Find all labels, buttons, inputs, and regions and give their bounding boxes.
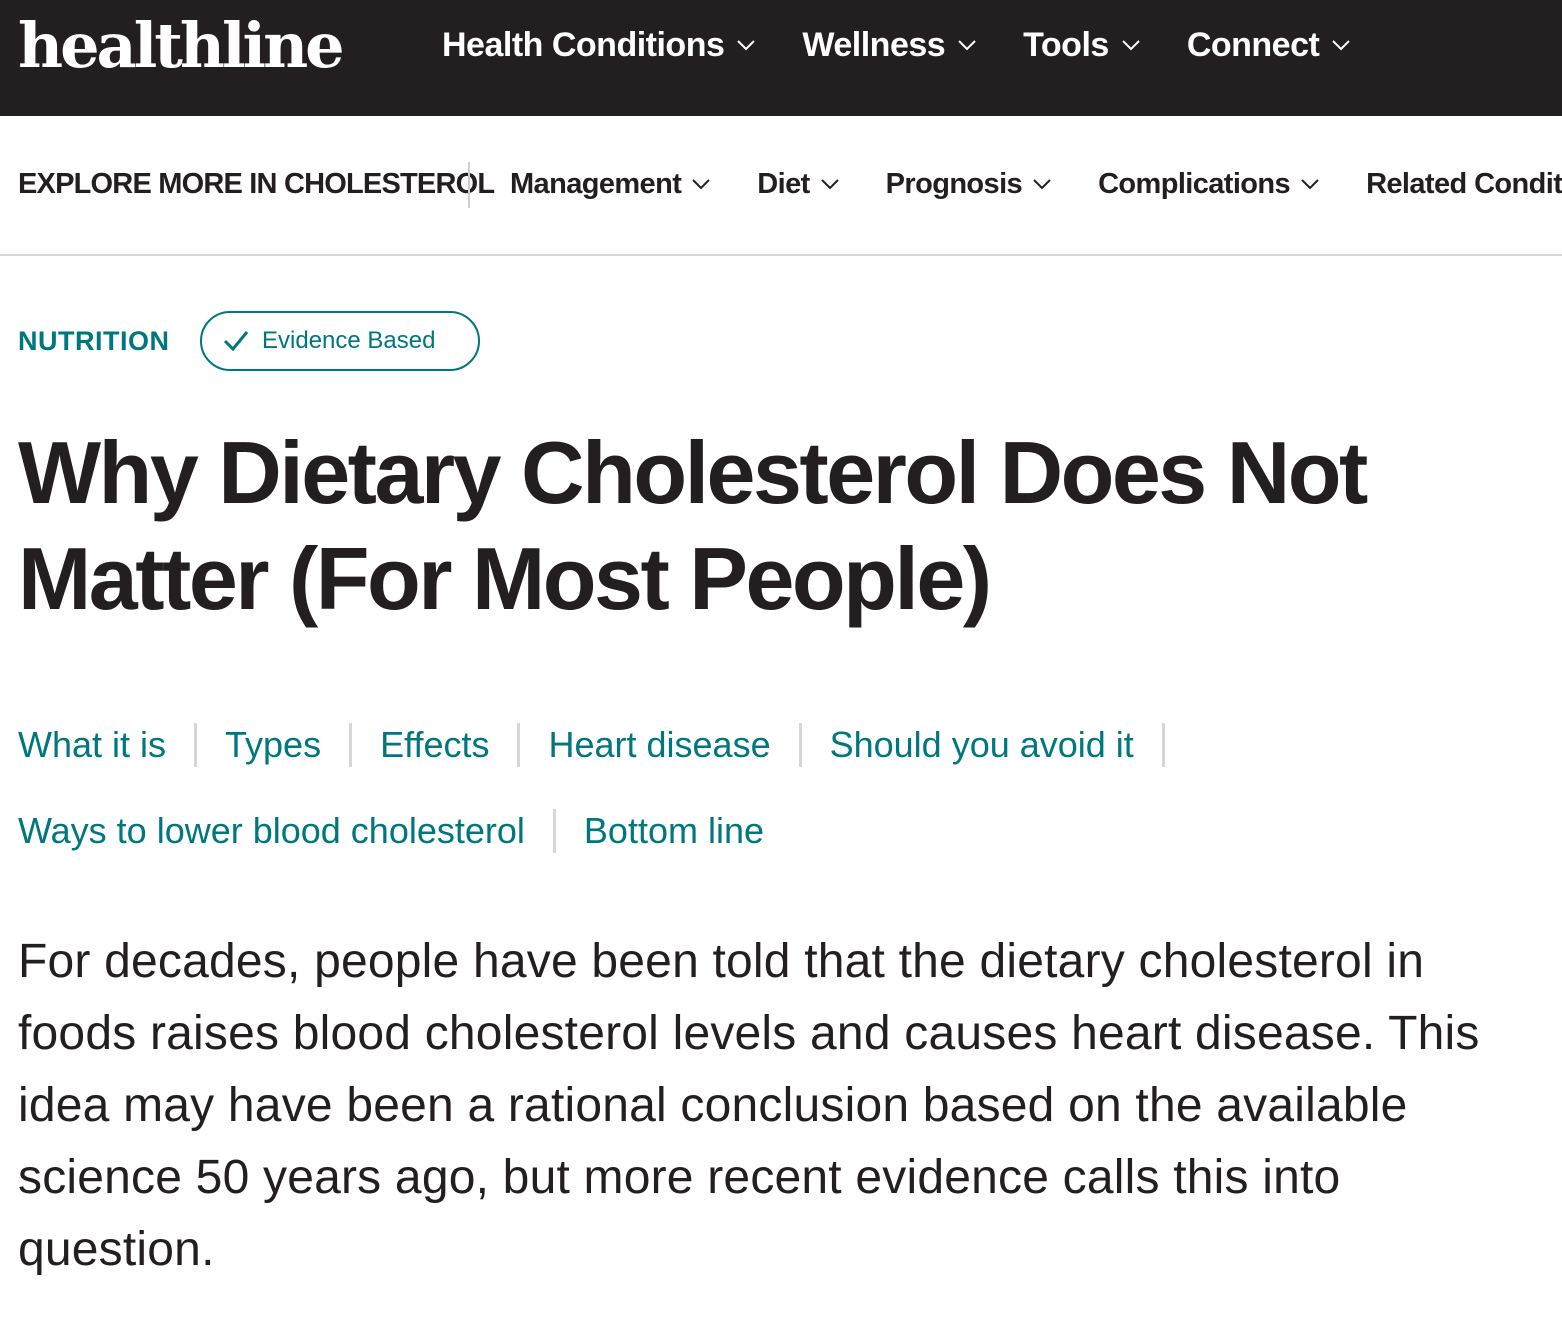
chevron-down-icon: [691, 178, 711, 190]
topic-subnav: EXPLORE MORE IN CHOLESTEROL Management D…: [0, 116, 1562, 256]
jump-link-effects[interactable]: Effects: [380, 712, 489, 778]
chevron-down-icon: [1121, 39, 1141, 51]
nav-label: Connect: [1186, 25, 1320, 64]
checkmark-icon: [222, 328, 250, 354]
jump-link-divider: [552, 809, 556, 853]
main-nav: Health Conditions Wellness Tools Connect: [442, 0, 1397, 90]
chevron-down-icon: [1032, 178, 1052, 190]
category-label[interactable]: NUTRITION: [18, 322, 169, 360]
subnav-label: Management: [510, 168, 682, 200]
subnav-label: Related Conditio: [1366, 168, 1562, 200]
nav-health-conditions[interactable]: Health Conditions: [442, 26, 756, 65]
chevron-down-icon: [1331, 39, 1351, 51]
article-title: Why Dietary Cholesterol Does Not Matter …: [18, 423, 1368, 628]
chevron-down-icon: [736, 39, 756, 51]
subnav-items: Management Diet Prognosis Complications …: [510, 164, 1562, 204]
nav-label: Health Conditions: [442, 25, 725, 64]
jump-link-types[interactable]: Types: [225, 712, 321, 778]
jump-link-ways-to-lower[interactable]: Ways to lower blood cholesterol: [18, 798, 525, 864]
jump-link-divider: [1161, 723, 1165, 767]
jump-links: What it is Types Effects Heart disease S…: [18, 712, 1418, 884]
subnav-item-diet[interactable]: Diet: [757, 164, 839, 204]
explore-label: EXPLORE MORE IN CHOLESTEROL: [18, 168, 495, 200]
nav-tools[interactable]: Tools: [1023, 26, 1141, 65]
subnav-item-complications[interactable]: Complications: [1098, 164, 1320, 204]
nav-wellness[interactable]: Wellness: [802, 26, 977, 65]
jump-link-heart-disease[interactable]: Heart disease: [548, 712, 770, 778]
top-header: healthline Health Conditions Wellness To…: [0, 0, 1562, 116]
jump-link-divider: [194, 723, 198, 767]
subnav-label: Diet: [757, 168, 810, 200]
evidence-based-badge[interactable]: Evidence Based: [200, 311, 480, 371]
jump-link-divider: [798, 723, 802, 767]
badge-label: Evidence Based: [262, 327, 436, 354]
jump-link-divider: [349, 723, 353, 767]
chevron-down-icon: [1300, 178, 1320, 190]
healthline-logo[interactable]: healthline: [18, 6, 345, 86]
nav-label: Tools: [1023, 25, 1109, 64]
nav-label: Wellness: [802, 25, 946, 64]
jump-links-row: What it is Types Effects Heart disease S…: [18, 712, 1418, 778]
subnav-label: Complications: [1098, 168, 1291, 200]
chevron-down-icon: [820, 178, 840, 190]
jump-link-bottom-line[interactable]: Bottom line: [584, 798, 764, 864]
jump-link-what-it-is[interactable]: What it is: [18, 712, 166, 778]
jump-links-row: Ways to lower blood cholesterol Bottom l…: [18, 798, 1418, 864]
intro-paragraph: For decades, people have been told that …: [18, 935, 1480, 1276]
jump-link-should-you-avoid-it[interactable]: Should you avoid it: [830, 712, 1134, 778]
subnav-label: Prognosis: [885, 168, 1023, 200]
nav-connect[interactable]: Connect: [1187, 26, 1352, 65]
chevron-down-icon: [957, 39, 977, 51]
subnav-item-related-conditions[interactable]: Related Conditio: [1366, 164, 1562, 204]
subnav-item-prognosis[interactable]: Prognosis: [886, 164, 1052, 204]
subnav-item-management[interactable]: Management: [510, 164, 711, 204]
jump-link-divider: [517, 723, 521, 767]
subnav-divider: [468, 162, 470, 208]
